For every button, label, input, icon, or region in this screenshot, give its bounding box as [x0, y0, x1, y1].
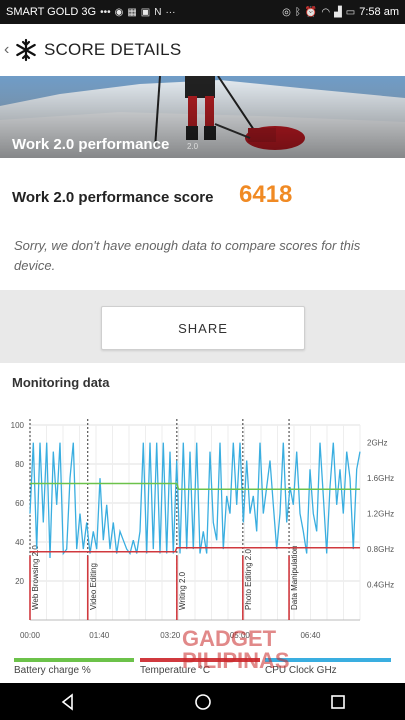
watermark: GADGET PILIPINAS: [182, 628, 290, 672]
clock: 7:58 am: [359, 6, 399, 18]
phase-marker-label: Data Manipulation: [290, 546, 299, 610]
watermark-line1: GADGET: [182, 626, 277, 651]
dots-icon: •••: [100, 6, 111, 18]
snowflake-logo-icon: [16, 38, 36, 62]
triangle-back-icon[interactable]: [48, 692, 88, 712]
bluetooth-icon: ᛒ: [294, 6, 301, 18]
phase-marker-label: Web Browsing 2.0: [31, 545, 40, 610]
phase-marker-label: Video Editing: [89, 563, 98, 610]
y-left-tick-label: 80: [15, 460, 24, 469]
alarm-icon: ⏰: [304, 6, 318, 18]
legend-battery-label: Battery charge %: [14, 665, 91, 676]
nav-bar: [0, 683, 405, 720]
cell-icon: ▟: [334, 6, 342, 18]
compare-notice: Sorry, we don't have enough data to comp…: [14, 238, 361, 273]
y-right-tick-label: 0.4GHz: [367, 581, 394, 590]
hero-title: Work 2.0 performance: [12, 136, 170, 153]
messenger-icon: ◉: [114, 6, 124, 18]
phase-marker-label: Photo Editing 2.0: [244, 549, 253, 610]
square-recents-icon[interactable]: [318, 692, 358, 712]
circle-home-icon[interactable]: [183, 692, 223, 712]
battery-icon: ▭: [345, 6, 356, 18]
score-value: 6418: [239, 181, 293, 208]
image-icon: ▣: [140, 6, 151, 18]
signal-icon: ◎: [282, 6, 291, 18]
y-right-tick-label: 1.2GHz: [367, 510, 394, 519]
monitoring-chart: Web Browsing 2.0 Video Editing Writing 2.0…: [11, 419, 394, 640]
phase-marker-label: Writing 2.0: [178, 571, 187, 610]
y-left-tick-label: 60: [15, 499, 24, 508]
x-tick-label: 01:40: [89, 631, 110, 640]
n-icon: N: [154, 6, 162, 18]
y-left-tick-label: 40: [15, 538, 24, 547]
x-tick-label: 03:20: [160, 631, 181, 640]
hero-version: 2.0: [187, 142, 199, 151]
legend-battery: Battery charge %: [14, 658, 134, 682]
grid-icon: ▦: [127, 6, 137, 18]
y-right-tick-label: 2GHz: [367, 439, 387, 448]
x-tick-label: 06:40: [300, 631, 321, 640]
watermark-line2: PILIPINAS: [182, 648, 290, 673]
y-left-tick-label: 20: [15, 577, 24, 586]
chevron-left-icon[interactable]: ‹: [4, 41, 14, 59]
wifi-icon: ◠: [321, 6, 331, 18]
page-title: SCORE DETAILS: [44, 40, 182, 59]
more-icon: ···: [165, 6, 176, 18]
status-bar: SMART GOLD 3G ••• ◉ ▦ ▣ N ··· ◎ ᛒ ⏰ ◠ ▟ …: [0, 0, 405, 24]
carrier-label: SMART GOLD 3G: [6, 6, 97, 18]
share-button[interactable]: SHARE: [101, 306, 305, 350]
x-tick-label: 00:00: [20, 631, 41, 640]
y-right-tick-label: 1.6GHz: [367, 474, 394, 483]
score-label: Work 2.0 performance score: [12, 189, 214, 206]
app-bar: ‹ SCORE DETAILS: [0, 24, 405, 76]
y-left-tick-label: 100: [11, 421, 25, 430]
y-right-tick-label: 0.8GHz: [367, 545, 394, 554]
monitoring-title: Monitoring data: [12, 375, 110, 390]
